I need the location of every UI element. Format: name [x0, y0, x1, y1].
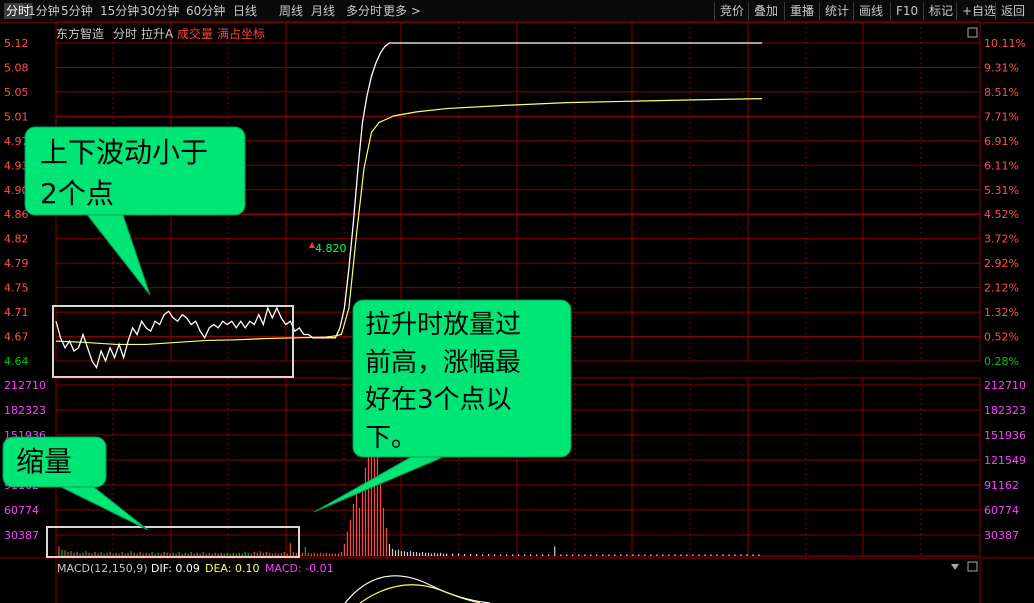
- pct-tick-label: 3.72%: [984, 233, 1019, 246]
- price-tick-label: 4.86: [4, 208, 29, 221]
- price-tick-label: 4.67: [4, 331, 29, 344]
- macd-dea: DEA: 0.10: [205, 562, 259, 575]
- price-tick-label: 4.79: [4, 257, 29, 270]
- maximize-icon[interactable]: [967, 27, 978, 38]
- price-tick-label: 5.12: [4, 37, 29, 50]
- volume-tick-label: 91162: [984, 479, 1019, 492]
- volume-tick-label: 121549: [984, 454, 1026, 467]
- macd-dropdown-icon[interactable]: [951, 564, 959, 570]
- volume-tick-label: 60774: [984, 504, 1019, 517]
- volume-tick-label: 60774: [4, 504, 39, 517]
- indicator-label[interactable]: 拉升A: [141, 25, 173, 42]
- pct-tick-label: 8.51%: [984, 86, 1019, 99]
- pct-tick-label: 10.11%: [984, 37, 1026, 50]
- pct-tick-label: 6.91%: [984, 135, 1019, 148]
- volume-tick-label: 212710: [984, 379, 1026, 392]
- volume-tick-label: 30387: [984, 529, 1019, 542]
- volume-tick-label: 182323: [4, 404, 46, 417]
- volume-label: 成交量: [177, 27, 214, 41]
- pct-tick-label: 1.32%: [984, 306, 1019, 319]
- price-tick-label: 4.71: [4, 306, 29, 319]
- caption-volume-surge: 拉升时放量过 前高，涨幅最 好在3个点以 下。: [365, 310, 522, 454]
- price-tick-label: 4.82: [4, 233, 29, 246]
- macd-dea-line: [359, 584, 481, 603]
- pct-tick-label: 6.11%: [984, 159, 1019, 172]
- pct-tick-label: 0.52%: [984, 331, 1019, 344]
- macd-name: MACD(12,150,9): [57, 562, 148, 575]
- caption-fluctuation: 上下波动小于 2个点: [40, 136, 209, 210]
- volume-tick-label: 212710: [4, 379, 46, 392]
- shrink-volume-box: [46, 526, 300, 558]
- pct-tick-label: 5.31%: [984, 184, 1019, 197]
- callout-volume-surge-tail: [313, 451, 456, 513]
- pct-tick-label: 0.28%: [984, 355, 1019, 368]
- pct-tick-label: 9.31%: [984, 61, 1019, 74]
- macd-value: MACD: -0.01: [265, 562, 334, 575]
- pct-tick-label: 2.12%: [984, 282, 1019, 295]
- price-tick-label: 4.64: [4, 355, 29, 368]
- volume-tick-label: 182323: [984, 404, 1026, 417]
- price-tick-label: 5.01: [4, 110, 29, 123]
- view-label: 分时: [113, 27, 138, 41]
- price-tick-label: 5.08: [4, 61, 29, 74]
- price-tick-label: 4.75: [4, 282, 29, 295]
- volume-tick-label: 30387: [4, 529, 39, 542]
- coord-mode-label[interactable]: 满占坐标: [217, 25, 265, 42]
- callout-fluctuation-tail: [83, 211, 151, 296]
- caption-shrink: 缩量: [16, 445, 73, 478]
- macd-dif: DIF: 0.09: [151, 562, 200, 575]
- price-marker-label: 4.820: [315, 242, 347, 255]
- price-tick-label: 5.05: [4, 86, 29, 99]
- pct-tick-label: 7.71%: [984, 110, 1019, 123]
- stock-name: 东方智造: [56, 27, 105, 41]
- callout-shrink-tail: [54, 483, 149, 531]
- intraday-chart: 5.12 10.11%5.08 9.31%5.05 8.51%5.01 7.71%4.9…: [0, 21, 1034, 603]
- maximize-macd-icon[interactable]: [967, 561, 978, 572]
- pct-tick-label: 2.92%: [984, 257, 1019, 270]
- pct-tick-label: 4.52%: [984, 208, 1019, 221]
- volume-tick-label: 151936: [984, 429, 1026, 442]
